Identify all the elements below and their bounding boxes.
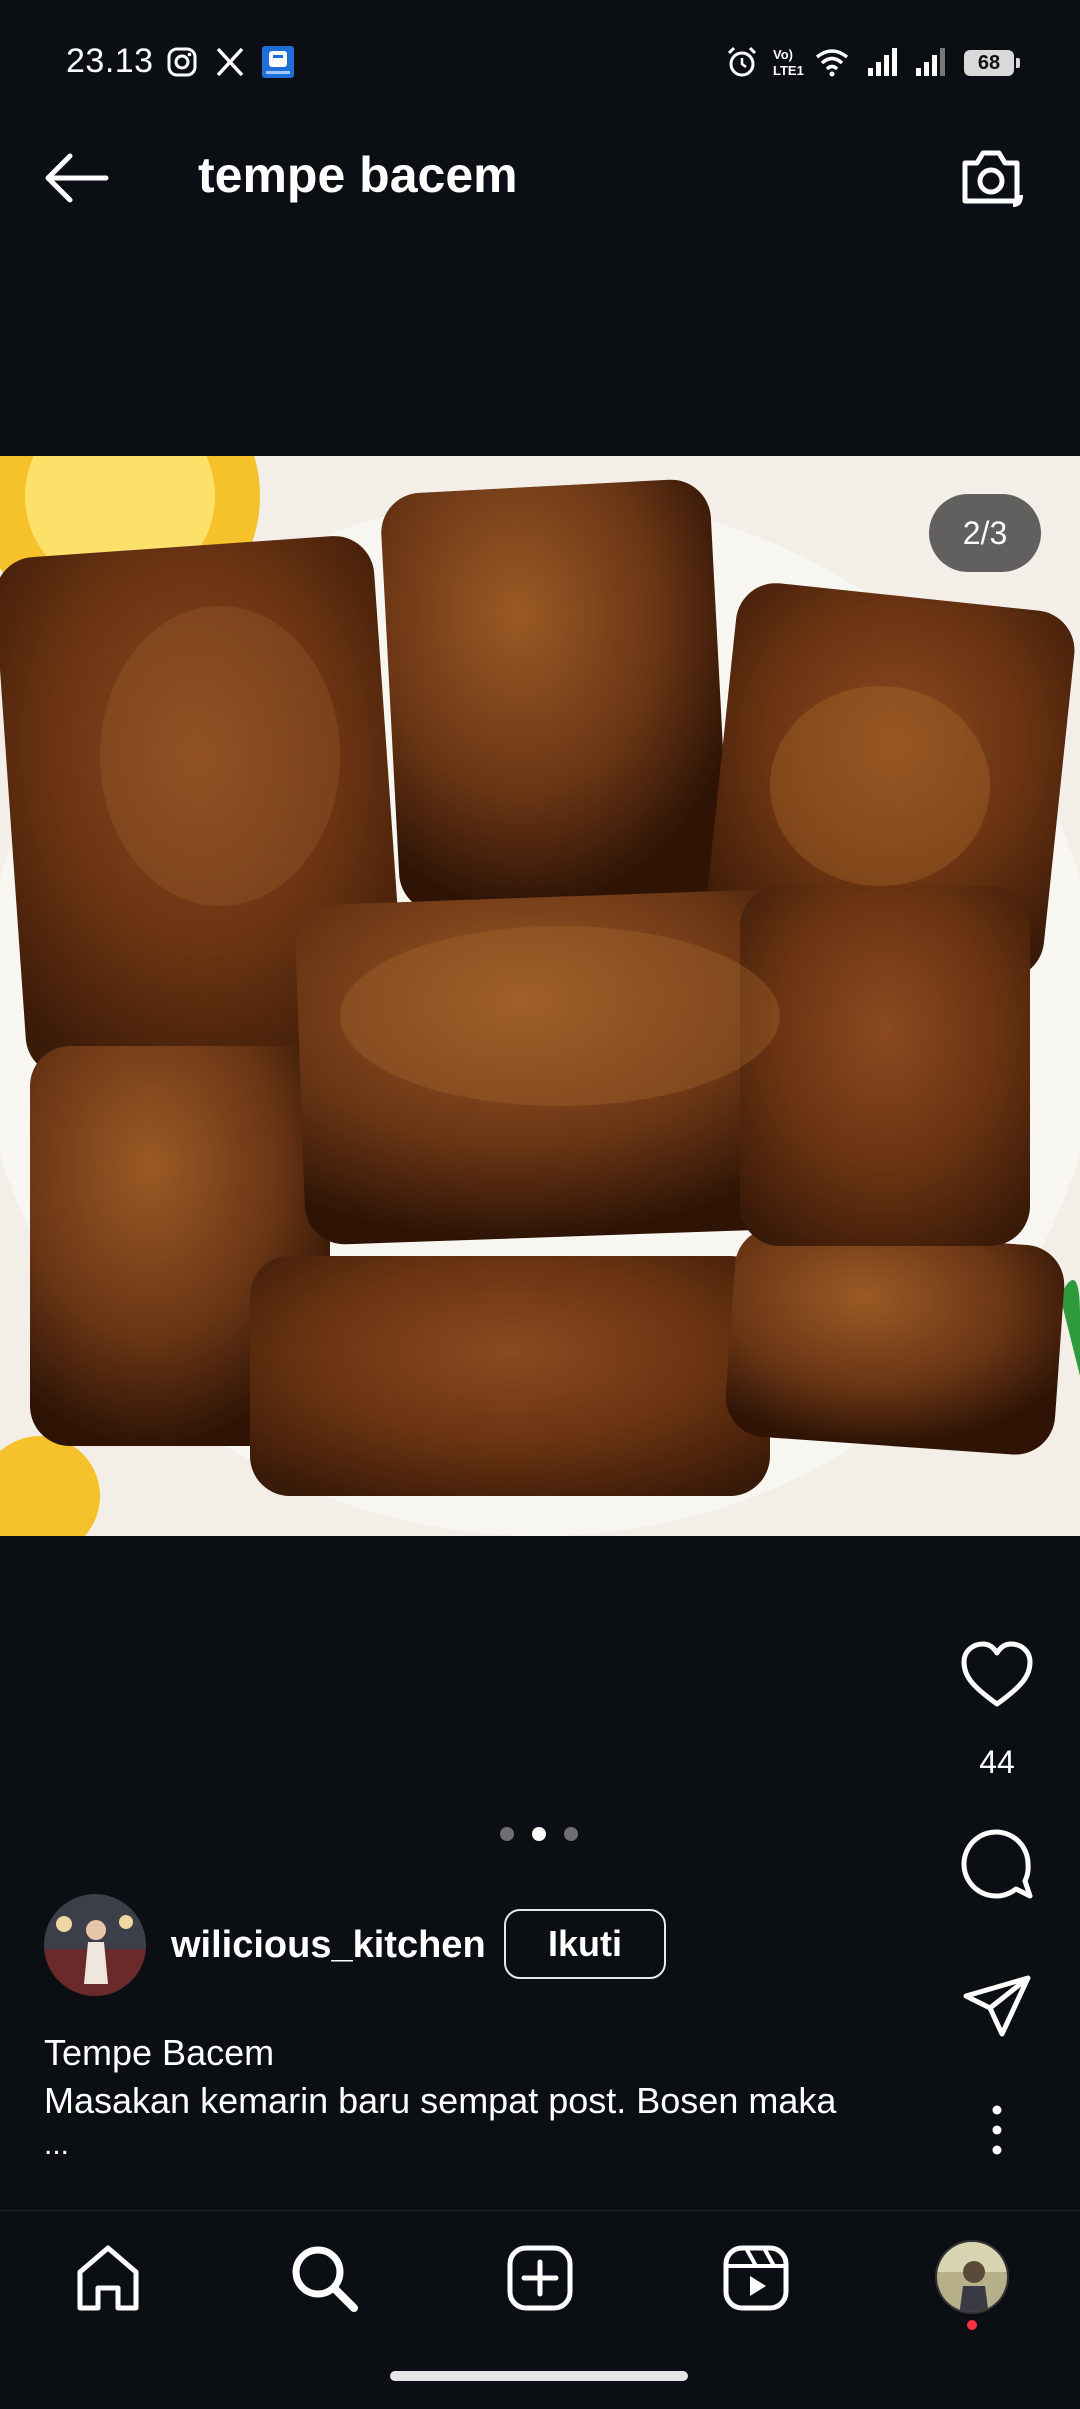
carousel-dot	[500, 1827, 514, 1841]
volte-icon: Vo) LTE1	[773, 47, 804, 78]
home-icon[interactable]	[68, 2238, 148, 2318]
wifi-icon	[815, 49, 849, 77]
camera-icon[interactable]	[955, 145, 1027, 211]
heart-icon[interactable]	[958, 1640, 1036, 1712]
avatar-image	[44, 1894, 146, 1996]
status-time: 23.13	[66, 42, 154, 80]
status-bar: 23.13 Vo) LTE1 68	[0, 0, 1080, 130]
carousel-dot-active	[532, 1827, 546, 1841]
battery-icon: 68	[964, 50, 1020, 76]
follow-button[interactable]: Ikuti	[504, 1909, 666, 1979]
image-counter-badge: 2/3	[929, 494, 1041, 572]
svg-text:LTE1: LTE1	[773, 63, 804, 78]
signal-icon	[916, 48, 945, 76]
caption-more[interactable]: ...	[44, 2128, 69, 2162]
caption-title: Tempe Bacem	[44, 2032, 275, 2073]
author-username[interactable]: wilicious_kitchen	[171, 1924, 486, 1967]
like-count[interactable]: 44	[940, 1744, 1054, 1781]
reels-icon[interactable]	[716, 2238, 796, 2318]
caption-body: Masakan kemarin baru sempat post. Bosen …	[44, 2080, 837, 2121]
back-button[interactable]	[40, 150, 112, 206]
alarm-icon	[727, 46, 757, 77]
instagram-icon	[167, 47, 197, 77]
search-icon[interactable]	[284, 2238, 364, 2318]
carousel-dot	[564, 1827, 578, 1841]
page-title: tempe bacem	[198, 147, 518, 203]
signal-icon	[868, 48, 897, 76]
more-options-icon[interactable]	[985, 2100, 1009, 2160]
share-icon[interactable]	[960, 1972, 1034, 2042]
profile-avatar[interactable]	[935, 2240, 1009, 2314]
x-icon	[216, 47, 244, 77]
create-icon[interactable]	[500, 2238, 580, 2318]
app-notification-icon	[262, 46, 294, 78]
author-avatar[interactable]	[44, 1894, 146, 1996]
svg-text:Vo): Vo)	[773, 47, 793, 62]
notification-dot	[967, 2320, 977, 2330]
post-photo[interactable]	[0, 456, 1080, 1536]
home-indicator[interactable]	[390, 2371, 688, 2381]
comment-icon[interactable]	[958, 1826, 1036, 1902]
tempe-bacem-photo	[0, 456, 1080, 1536]
